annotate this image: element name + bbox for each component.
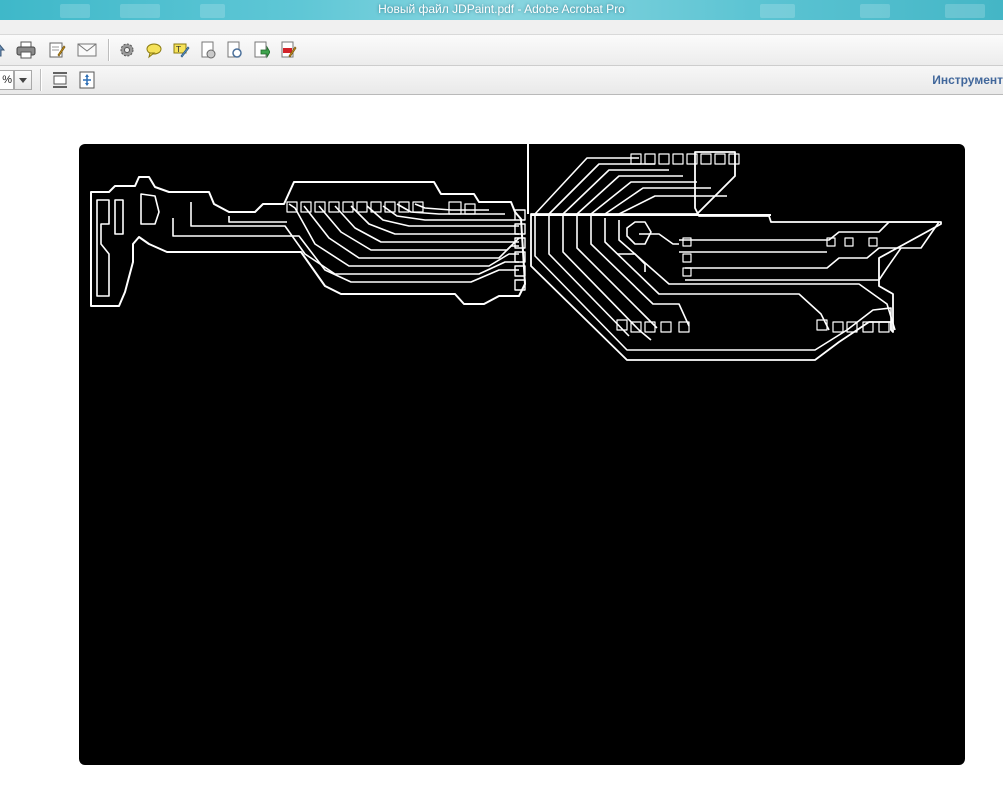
upload-button[interactable] bbox=[0, 39, 10, 61]
comment-icon bbox=[146, 43, 162, 59]
svg-text:T: T bbox=[175, 45, 181, 54]
stamp-icon bbox=[201, 41, 216, 59]
edit-button[interactable] bbox=[46, 39, 68, 61]
comment-button[interactable] bbox=[143, 39, 165, 61]
toolbar-separator bbox=[108, 39, 109, 61]
export-button[interactable] bbox=[250, 39, 272, 61]
settings-button[interactable] bbox=[116, 39, 138, 61]
fit-page-button[interactable] bbox=[76, 69, 98, 91]
highlight-icon: T bbox=[173, 43, 190, 58]
gear-icon bbox=[120, 43, 134, 57]
pdf-edit-icon bbox=[281, 41, 297, 58]
stamp-button[interactable] bbox=[197, 39, 219, 61]
fit-width-icon bbox=[53, 72, 67, 88]
fit-page-icon bbox=[79, 71, 95, 89]
zoom-dropdown-button[interactable] bbox=[14, 70, 32, 90]
view-toolbar: % Инструмент bbox=[0, 66, 1003, 95]
title-bar: Новый файл JDPaint.pdf - Adobe Acrobat P… bbox=[0, 0, 1003, 20]
pdf-page[interactable] bbox=[79, 144, 965, 765]
pcb-artwork bbox=[90, 144, 942, 361]
security-button[interactable] bbox=[223, 39, 245, 61]
security-icon bbox=[227, 41, 242, 58]
email-icon bbox=[77, 43, 97, 57]
edit-icon bbox=[49, 42, 66, 58]
zoom-input[interactable]: % bbox=[0, 70, 14, 90]
export-icon bbox=[254, 41, 270, 59]
chevron-down-icon bbox=[19, 77, 27, 83]
email-button[interactable] bbox=[76, 39, 98, 61]
tools-pane-button[interactable]: Инструмент bbox=[932, 73, 1003, 87]
menu-bar bbox=[0, 20, 1003, 35]
fit-width-button[interactable] bbox=[49, 69, 71, 91]
toolbar-separator bbox=[40, 69, 41, 91]
highlight-button[interactable]: T bbox=[170, 39, 192, 61]
upload-icon bbox=[0, 44, 6, 57]
print-button[interactable] bbox=[15, 39, 37, 61]
main-toolbar: T bbox=[0, 35, 1003, 66]
print-icon bbox=[16, 41, 36, 59]
window-title: Новый файл JDPaint.pdf - Adobe Acrobat P… bbox=[378, 2, 625, 16]
pdf-edit-button[interactable] bbox=[277, 39, 299, 61]
